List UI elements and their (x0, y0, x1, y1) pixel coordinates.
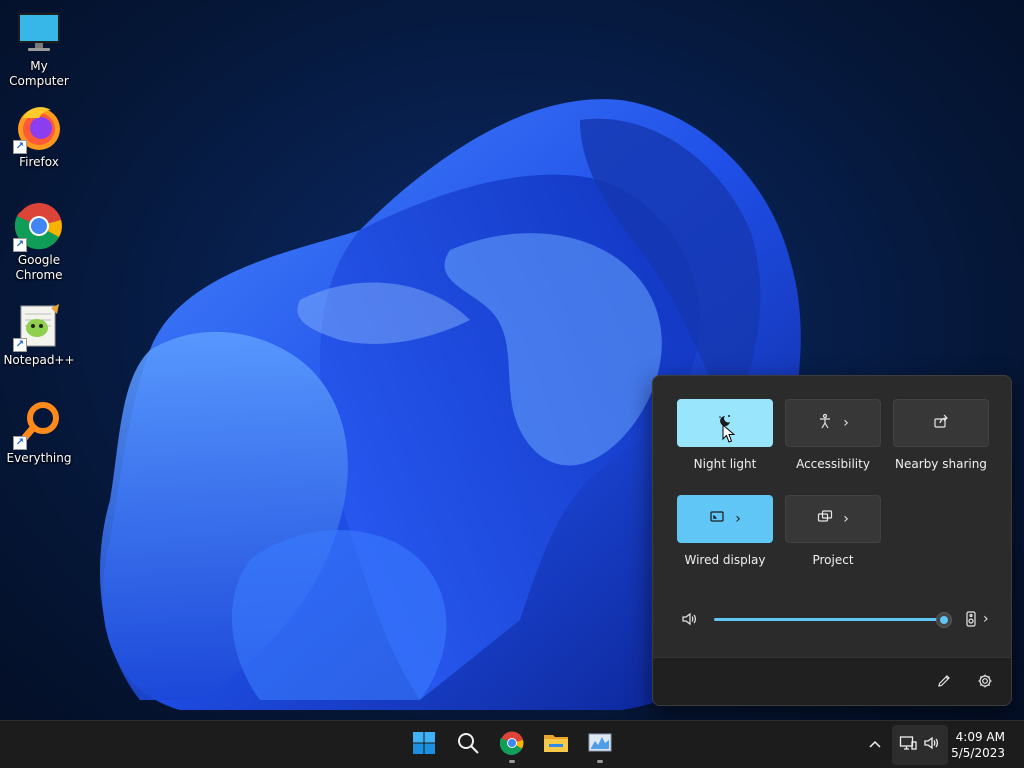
tile-label: Night light (693, 457, 757, 471)
pencil-icon[interactable] (936, 673, 952, 693)
clock-date: 5/5/2023 (951, 746, 1005, 760)
wired-display-toggle[interactable]: › (677, 495, 773, 543)
desktop-icon-label: Google Chrome (15, 253, 63, 282)
speaker-device-icon[interactable] (965, 611, 979, 631)
project-screens-icon (817, 509, 833, 529)
volume-slider-track[interactable] (714, 618, 946, 621)
clock-time: 4:09 AM (955, 730, 1005, 744)
task-manager-icon (588, 731, 612, 759)
file-explorer-icon (543, 731, 569, 759)
tile-nearby-sharing[interactable]: Nearby sharing (893, 399, 989, 471)
tray-network-volume-button[interactable] (892, 725, 948, 765)
cast-icon (709, 509, 725, 529)
chrome-icon: ↗ (13, 202, 63, 252)
running-indicator (597, 760, 603, 763)
desktop-icon-my-computer[interactable]: My Computer (0, 8, 78, 89)
chevron-right-icon[interactable]: › (843, 416, 849, 430)
accessibility-icon (817, 413, 833, 433)
quick-settings-footer (653, 657, 1011, 705)
search-magnifier-icon: ↗ (13, 400, 63, 450)
taskbar-chrome-button[interactable] (492, 725, 532, 765)
quick-settings-panel: Night light › Accessibility Nearby shari… (652, 375, 1012, 706)
tile-label: Wired display (684, 553, 766, 567)
start-button[interactable] (404, 725, 444, 765)
speaker-icon (923, 735, 941, 755)
chevron-up-icon[interactable] (868, 737, 882, 756)
notepad-plus-plus-icon: ↗ (13, 302, 63, 352)
desktop-icon-notepad-plus-plus[interactable]: ↗ Notepad++ (0, 302, 78, 368)
chrome-icon (499, 731, 524, 759)
volume-row: › (677, 609, 997, 629)
desktop-icon-label: My Computer (9, 59, 69, 88)
firefox-icon: ↗ (13, 104, 63, 154)
desktop-icon-label: Notepad++ (3, 353, 75, 367)
taskbar-task-manager-button[interactable] (580, 725, 620, 765)
gear-icon[interactable] (977, 673, 993, 693)
share-icon (933, 413, 949, 433)
network-icon (899, 735, 917, 755)
taskbar-search-button[interactable] (448, 725, 488, 765)
project-button[interactable]: › (785, 495, 881, 543)
tile-label: Accessibility (796, 457, 870, 471)
search-icon (456, 731, 480, 759)
tile-label: Project (812, 553, 854, 567)
nearby-sharing-toggle[interactable] (893, 399, 989, 447)
chevron-right-icon[interactable]: › (843, 512, 849, 526)
computer-icon (15, 8, 63, 56)
windows-start-icon (412, 731, 436, 759)
desktop-icon-label: Everything (6, 451, 72, 465)
tile-wired-display[interactable]: › Wired display (677, 495, 773, 567)
taskbar-clock[interactable]: 4:09 AM 5/5/2023 (951, 729, 1005, 761)
shortcut-arrow-icon: ↗ (13, 436, 27, 450)
running-indicator (509, 760, 515, 763)
shortcut-arrow-icon: ↗ (13, 140, 27, 154)
tile-project[interactable]: › Project (785, 495, 881, 567)
speaker-icon[interactable] (681, 611, 697, 631)
desktop-icon-everything[interactable]: ↗ Everything (0, 400, 78, 466)
shortcut-arrow-icon: ↗ (13, 238, 27, 252)
volume-slider-thumb[interactable] (936, 612, 952, 628)
chevron-right-icon[interactable]: › (735, 512, 741, 526)
desktop-icon-label: Firefox (19, 155, 59, 169)
shortcut-arrow-icon: ↗ (13, 338, 27, 352)
desktop-icon-firefox[interactable]: ↗ Firefox (0, 104, 78, 170)
taskbar: 4:09 AM 5/5/2023 (0, 720, 1024, 768)
desktop-icon-chrome[interactable]: ↗ Google Chrome (0, 202, 78, 283)
tile-label: Nearby sharing (895, 457, 987, 471)
accessibility-button[interactable]: › (785, 399, 881, 447)
tile-accessibility[interactable]: › Accessibility (785, 399, 881, 471)
mouse-cursor-icon (722, 423, 736, 448)
taskbar-file-explorer-button[interactable] (536, 725, 576, 765)
chevron-right-icon[interactable]: › (983, 612, 989, 626)
